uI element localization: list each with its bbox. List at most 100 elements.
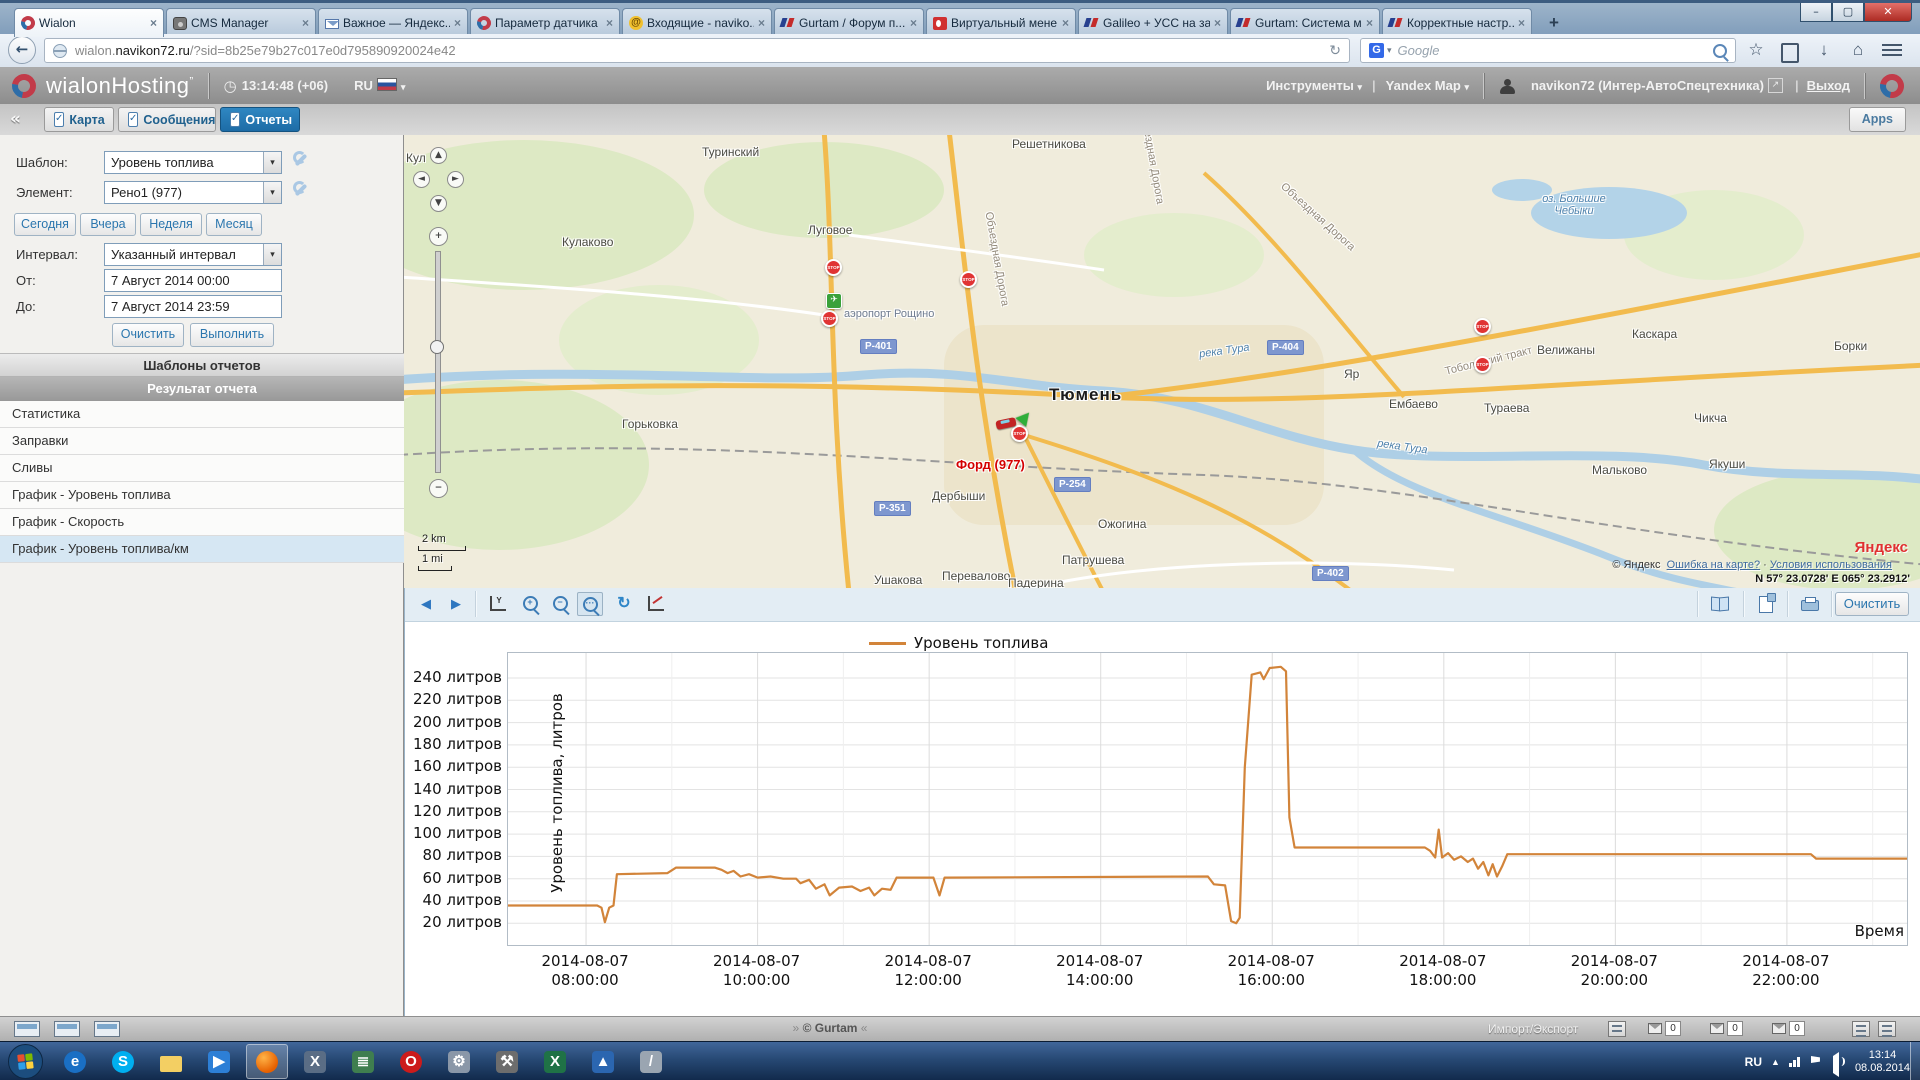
tray-expand-icon[interactable]: ▲ xyxy=(1771,1057,1780,1067)
stop-marker-3[interactable]: STOP xyxy=(821,310,838,327)
config-wrench-icon[interactable]: / xyxy=(630,1044,672,1079)
browser-tab-9[interactable]: Gurtam: Система м...× xyxy=(1230,8,1380,37)
reload-icon[interactable]: ↻ xyxy=(1329,42,1341,59)
downloads-icon[interactable]: ↓ xyxy=(1812,40,1836,60)
stop-marker-5[interactable]: STOP xyxy=(1474,356,1491,373)
build-hammer-icon[interactable]: ⚒ xyxy=(486,1044,528,1079)
explorer-folder-icon[interactable] xyxy=(150,1044,192,1079)
map-provider-menu[interactable]: Yandex Map ▾ xyxy=(1386,78,1469,93)
tab-close-icon[interactable]: × xyxy=(1366,16,1373,30)
map-zoom-slider[interactable] xyxy=(435,251,441,473)
bottom-panel-icon-3[interactable] xyxy=(94,1021,120,1037)
result-row-5[interactable]: График - Скорость xyxy=(0,509,404,536)
chart-prev-button[interactable]: ◀ xyxy=(413,592,439,616)
search-engine-caret-icon[interactable]: ▾ xyxy=(1387,45,1392,56)
chart-zoom-in-icon[interactable]: + xyxy=(517,592,543,616)
browser-tab-4[interactable]: Параметр датчика ...× xyxy=(470,8,620,37)
interval-select[interactable]: Указанный интервал▾ xyxy=(104,243,282,266)
search-icon[interactable] xyxy=(1713,44,1727,58)
tab-close-icon[interactable]: × xyxy=(1062,16,1069,30)
tools-menu[interactable]: Инструменты ▾ xyxy=(1266,78,1362,93)
menu-icon[interactable] xyxy=(1882,44,1902,58)
map-terms-link[interactable]: Условия использования xyxy=(1770,559,1892,571)
firefox-icon[interactable] xyxy=(246,1044,288,1079)
tab-отчеты[interactable]: ✓Отчеты xyxy=(220,107,300,132)
dropdown-caret-icon[interactable]: ▾ xyxy=(263,244,281,265)
chart-zoom-out-icon[interactable]: − xyxy=(547,592,573,616)
clear-report-button[interactable]: Очистить xyxy=(112,323,184,347)
tab-карта[interactable]: ✓Карта xyxy=(44,107,114,132)
external-link-icon[interactable]: ↗ xyxy=(1768,78,1783,93)
quick-range-сегодня-button[interactable]: Сегодня xyxy=(14,213,76,236)
envelope-counter[interactable]: 0 xyxy=(1648,1021,1681,1036)
new-tab-button[interactable]: + xyxy=(1540,11,1568,35)
chart-clear-button[interactable]: Очистить xyxy=(1835,592,1909,616)
result-row-6[interactable]: График - Уровень топлива/км xyxy=(0,536,404,563)
logout-link[interactable]: Выход xyxy=(1807,78,1850,93)
browser-tab-6[interactable]: Gurtam / Форум п...× xyxy=(774,8,924,37)
gurtam-copyright[interactable]: » © Gurtam « xyxy=(760,1021,900,1035)
browser-tab-10[interactable]: Корректные настр...× xyxy=(1382,8,1532,37)
start-button[interactable] xyxy=(8,1044,43,1079)
excel-icon[interactable]: X xyxy=(534,1044,576,1079)
window-minimize-button[interactable]: – xyxy=(1800,3,1832,22)
opera-icon[interactable]: O xyxy=(390,1044,432,1079)
tab-close-icon[interactable]: × xyxy=(1518,16,1525,30)
tab-close-icon[interactable]: × xyxy=(758,16,765,30)
tab-close-icon[interactable]: × xyxy=(910,16,917,30)
search-engine-icon[interactable]: G xyxy=(1369,43,1384,58)
show-desktop-button[interactable] xyxy=(1910,1042,1920,1080)
back-button[interactable]: ← xyxy=(8,36,36,64)
bookmark-star-icon[interactable]: ☆ xyxy=(1744,40,1768,60)
print-icon[interactable] xyxy=(1797,592,1823,616)
map-pan-down-button[interactable]: ▼ xyxy=(430,195,447,212)
map-pan-left-button[interactable]: ◄ xyxy=(413,171,430,188)
execute-report-button[interactable]: Выполнить xyxy=(190,323,274,347)
report-templates-header[interactable]: Шаблоны отчетов xyxy=(0,353,404,377)
quick-range-месяц-button[interactable]: Месяц xyxy=(206,213,262,236)
browser-tab-5[interactable]: @Входящие - naviko...× xyxy=(622,8,772,37)
template-wrench-icon[interactable] xyxy=(292,151,310,169)
checkbox-icon[interactable]: ✓ xyxy=(230,112,240,127)
to-input[interactable]: 7 Август 2014 23:59 xyxy=(104,295,282,318)
map-pan-right-button[interactable]: ► xyxy=(447,171,464,188)
home-icon[interactable]: ⌂ xyxy=(1846,40,1870,60)
keyboard-language-indicator[interactable]: RU xyxy=(1745,1055,1762,1069)
language-selector[interactable]: RU▾ xyxy=(354,78,405,93)
chart-refresh-icon[interactable]: ↻ xyxy=(611,592,637,616)
search-bar[interactable]: G ▾ Google xyxy=(1360,38,1736,63)
collapse-sidebar-button[interactable]: « xyxy=(10,108,21,130)
tab-close-icon[interactable]: × xyxy=(150,16,157,30)
report-book-icon[interactable] xyxy=(1707,592,1733,616)
layout-toggle-icon-1[interactable] xyxy=(1852,1021,1870,1037)
yandex-logo[interactable]: Яндекс xyxy=(1855,539,1908,556)
bottom-panel-icon-1[interactable] xyxy=(14,1021,40,1037)
quick-range-вчера-button[interactable]: Вчера xyxy=(80,213,136,236)
chart-next-button[interactable]: ▶ xyxy=(443,592,469,616)
bookmarks-menu-icon[interactable] xyxy=(1778,43,1802,68)
tray-clock[interactable]: 13:14 08.08.2014 xyxy=(1855,1049,1910,1075)
map-error-link[interactable]: Ошибка на карте? xyxy=(1667,559,1761,571)
browser-tab-3[interactable]: Важное — Яндекс....× xyxy=(318,8,468,37)
chart-y-axis-tool-icon[interactable]: Y xyxy=(485,592,511,616)
tab-close-icon[interactable]: × xyxy=(302,16,309,30)
checkbox-icon[interactable]: ✓ xyxy=(128,112,138,127)
skype-icon[interactable]: S xyxy=(102,1044,144,1079)
url-bar[interactable]: wialon.navikon72.ru/?sid=8b25e79b27c017e… xyxy=(44,38,1350,63)
tab-close-icon[interactable]: × xyxy=(454,16,461,30)
browser-tab-1[interactable]: Wialon× xyxy=(14,8,164,37)
bottom-panel-icon-2[interactable] xyxy=(54,1021,80,1037)
job-counter[interactable]: 0 xyxy=(1772,1021,1805,1036)
report-result-header[interactable]: Результат отчета xyxy=(0,377,404,401)
element-select[interactable]: Рено1 (977)▾ xyxy=(104,181,282,204)
map-pan-up-button[interactable]: ▲ xyxy=(430,147,447,164)
checkbox-icon[interactable]: ✓ xyxy=(54,112,64,127)
tab-close-icon[interactable]: × xyxy=(606,16,613,30)
chart-trace-icon[interactable] xyxy=(643,592,669,616)
dropdown-caret-icon[interactable]: ▾ xyxy=(263,182,281,203)
result-row-4[interactable]: График - Уровень топлива xyxy=(0,482,404,509)
network-icon[interactable] xyxy=(1789,1056,1802,1067)
yandex-map[interactable]: КулРешетниковаТуринскийКулаковоЛуговоеаэ… xyxy=(404,135,1920,588)
import-export-icon[interactable] xyxy=(1608,1021,1626,1037)
export-file-icon[interactable] xyxy=(1753,592,1779,616)
